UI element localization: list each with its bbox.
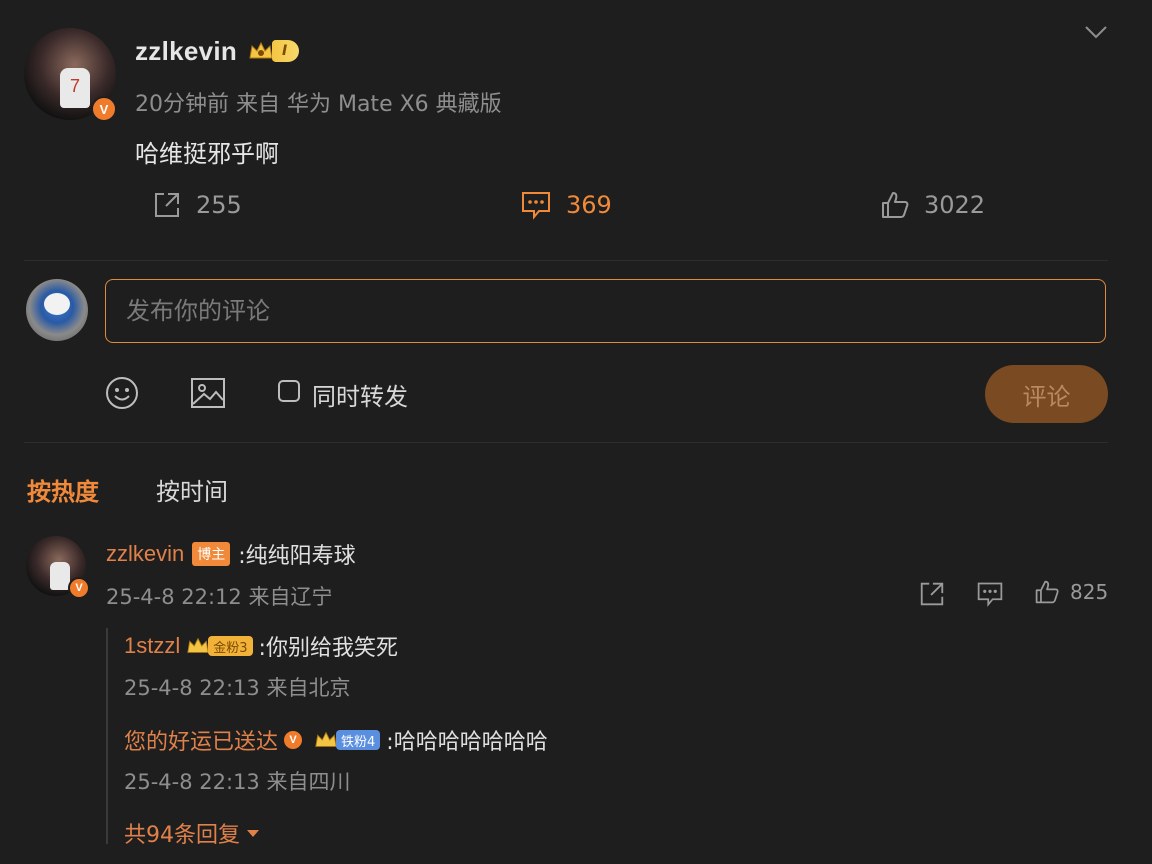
my-avatar	[26, 279, 88, 341]
reply-meta: 25-4-8 22:13 来自四川	[124, 770, 351, 794]
fan-badge: 金粉3	[208, 636, 253, 656]
image-icon[interactable]	[190, 376, 226, 410]
repost-count: 255	[196, 191, 242, 219]
repost-checkbox-label[interactable]: 同时转发	[312, 377, 408, 412]
crown-icon	[315, 731, 337, 747]
avatar-face-graphic	[44, 293, 70, 315]
jersey-graphic	[50, 562, 70, 590]
share-icon	[155, 193, 179, 217]
reply-text: :你别给我笑死	[258, 636, 398, 661]
comment-meta: 25-4-8 22:12 来自辽宁	[106, 585, 333, 609]
verified-badge-icon: V	[284, 731, 303, 749]
like-button[interactable]: 3022	[880, 190, 985, 220]
verified-badge-icon: V	[68, 577, 90, 599]
post-meta: 20分钟前 来自 华为 Mate X6 典藏版	[135, 92, 502, 117]
reply-item: 1stzzl 金粉3 :你别给我笑死	[124, 630, 398, 662]
like-count: 3022	[924, 191, 986, 219]
author-username[interactable]: zzlkevin	[135, 36, 237, 67]
comment-button[interactable]: 369	[520, 190, 612, 220]
comment-like-button[interactable]: 825	[1034, 579, 1108, 605]
commenter-username[interactable]: zzlkevin	[106, 541, 184, 567]
chevron-down-icon[interactable]	[1084, 24, 1108, 40]
member-level: I	[272, 40, 300, 62]
comment-icon	[522, 192, 550, 220]
submit-comment-button[interactable]: 评论	[985, 365, 1108, 423]
crown-icon	[187, 637, 209, 653]
caret-down-icon	[247, 830, 259, 837]
reply-username[interactable]: 您的好运已送达	[124, 724, 278, 756]
repost-button[interactable]: 255	[152, 190, 242, 220]
blogger-tag: 博主	[192, 542, 231, 566]
jersey-number: 7	[70, 76, 81, 96]
reply-thread-line	[106, 628, 108, 844]
crown-icon	[249, 41, 273, 59]
post-text: 哈维挺邪乎啊	[135, 140, 279, 168]
verified-badge-icon: V	[91, 96, 117, 122]
comment-count: 369	[566, 191, 612, 219]
sort-by-hot-tab[interactable]: 按热度	[27, 472, 99, 507]
emoji-icon[interactable]	[105, 376, 139, 410]
more-replies-label: 共94条回复	[124, 823, 240, 848]
reply-text: :哈哈哈哈哈哈哈	[386, 730, 548, 755]
thumbs-up-icon	[882, 192, 909, 218]
repost-checkbox[interactable]	[278, 380, 300, 402]
share-icon[interactable]	[918, 580, 946, 608]
member-badge[interactable]: I	[248, 40, 300, 62]
reply-username[interactable]: 1stzzl	[124, 633, 180, 659]
comment-icon[interactable]	[976, 580, 1004, 608]
comment-like-count: 825	[1070, 580, 1109, 604]
thumbs-up-icon	[1035, 580, 1059, 604]
divider	[24, 260, 1108, 261]
comment-input[interactable]	[106, 280, 1105, 342]
comment-input-box[interactable]	[105, 279, 1106, 343]
more-replies-link[interactable]: 共94条回复	[124, 817, 260, 849]
divider	[24, 442, 1108, 443]
reply-meta: 25-4-8 22:13 来自北京	[124, 676, 351, 700]
fan-badge: 铁粉4	[336, 730, 381, 750]
reply-item: 您的好运已送达 V 铁粉4 :哈哈哈哈哈哈哈	[124, 724, 548, 756]
comment-header: zzlkevin 博主 :纯纯阳寿球	[106, 538, 356, 570]
comment-text: :纯纯阳寿球	[238, 544, 356, 569]
sort-by-time-tab[interactable]: 按时间	[156, 472, 228, 507]
